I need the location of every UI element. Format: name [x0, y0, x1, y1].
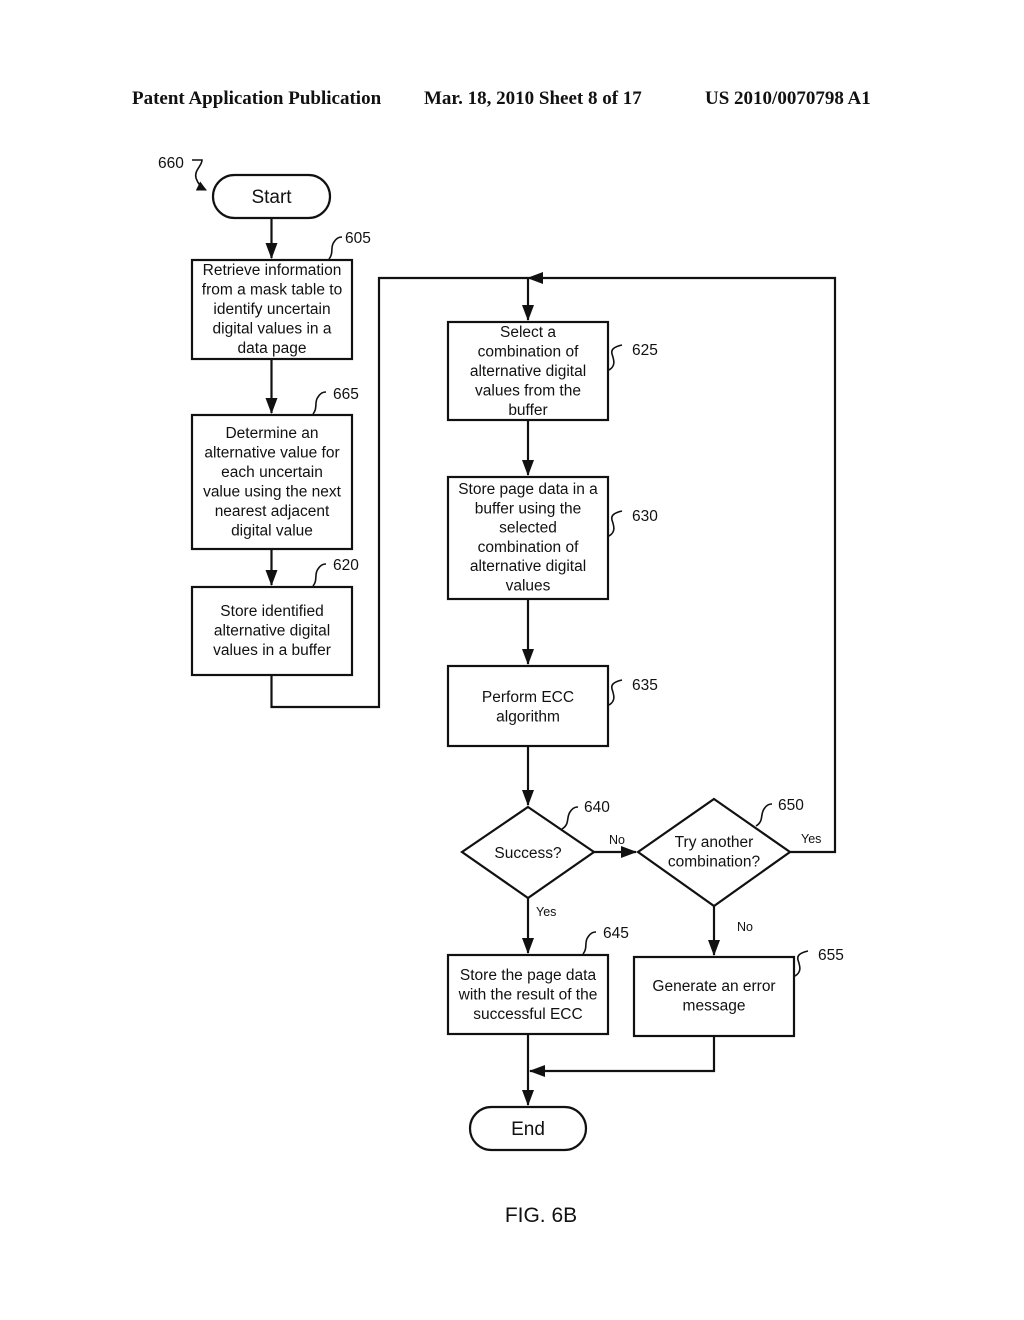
edge-655-end: [529, 1036, 716, 1077]
n630-text-line: buffer using the: [475, 500, 582, 517]
n655-text-line: Generate an error: [652, 978, 775, 995]
start-terminal: Start: [211, 173, 332, 220]
ref-620: 620: [333, 557, 359, 574]
process-630: Store page data in a buffer using the sele…: [446, 475, 610, 601]
n645-text-line: successful ECC: [473, 1006, 582, 1023]
n625-text-line: values from the: [475, 383, 581, 400]
flowchart: 660 Start Retrieve information from a mas…: [158, 155, 844, 1227]
ref-630: 630: [632, 508, 658, 525]
n665-text-line: value using the next: [203, 484, 342, 501]
ref-625: 625: [632, 342, 658, 359]
process-665: Determine an alternative value for each un…: [190, 413, 354, 551]
ref-650-leader: [755, 803, 773, 827]
n665-text-line: digital value: [231, 523, 313, 540]
n650-text-line: combination?: [668, 854, 761, 871]
ref-620-leader: [312, 563, 327, 587]
n630-text-line: values: [506, 578, 551, 595]
process-645: Store the page data with the result of th…: [446, 953, 610, 1036]
process-620: Store identified alternative digital value…: [190, 585, 354, 677]
process-605: Retrieve information from a mask table to…: [190, 258, 354, 361]
edge-label-no-650: No: [737, 920, 753, 934]
figure-label: FIG. 6B: [505, 1204, 577, 1227]
decision-640: Success?: [460, 805, 596, 900]
end-terminal: End: [468, 1105, 588, 1152]
n665-text-line: each uncertain: [221, 464, 323, 481]
n625-text-line: buffer: [508, 402, 547, 419]
ref-665-leader: [312, 391, 327, 415]
n630-text-line: Store page data in a: [458, 481, 598, 498]
ref-605: 605: [345, 230, 371, 247]
n620-text-line: values in a buffer: [213, 642, 331, 659]
ref-665: 665: [333, 386, 359, 403]
n605-text-line: identify uncertain: [213, 301, 330, 318]
n630-text-line: combination of: [478, 539, 580, 556]
n605-text-line: Retrieve information: [203, 262, 342, 279]
n630-text-line: alternative digital: [470, 558, 586, 575]
edge-label-no-640: No: [609, 833, 625, 847]
n665-text-line: nearest adjacent: [215, 503, 330, 520]
ref-645-leader: [582, 931, 597, 955]
n640-text-line: Success?: [494, 845, 562, 862]
ref-625-leader: [608, 344, 623, 371]
ref-640: 640: [584, 799, 610, 816]
n620-text-line: Store identified: [220, 603, 323, 620]
n645-text-line: Store the page data: [460, 967, 597, 984]
process-625: Select a combination of alternative digita…: [446, 320, 610, 422]
n625-text-line: Select a: [500, 324, 556, 341]
n665-text-line: Determine an: [225, 425, 318, 442]
n655-text-line: message: [683, 998, 746, 1015]
process-635: Perform ECC algorithm: [446, 664, 610, 748]
n625-text-line: alternative digital: [470, 363, 586, 380]
n605-text-line: data page: [238, 340, 307, 357]
decision-650: Try another combination?: [636, 797, 792, 908]
edge-label-yes-640: Yes: [536, 905, 556, 919]
ref-650: 650: [778, 797, 804, 814]
ref-635-leader: [608, 679, 623, 706]
n635-text-line: algorithm: [496, 709, 560, 726]
n620-text-line: alternative digital: [214, 623, 330, 640]
ref-655-leader: [794, 950, 809, 977]
edge-label-yes-650: Yes: [801, 832, 821, 846]
ref-660: 660: [158, 155, 184, 172]
ref-655: 655: [818, 947, 844, 964]
n625-text-line: combination of: [478, 344, 580, 361]
n665-text-line: alternative value for: [204, 445, 339, 462]
ref-640-leader: [561, 806, 579, 830]
n635-text-line: Perform ECC: [482, 689, 574, 706]
ref-630-leader: [608, 510, 623, 537]
n650-text-line: Try another: [675, 834, 754, 851]
ref-605-leader: [328, 236, 343, 260]
ref-645: 645: [603, 925, 629, 942]
ref-660-leader: [192, 159, 207, 191]
n645-text-line: with the result of the: [458, 987, 598, 1004]
n630-text-line: selected: [499, 520, 557, 537]
process-655: Generate an error message: [632, 955, 796, 1038]
start-label: Start: [251, 187, 292, 208]
ref-635: 635: [632, 677, 658, 694]
n605-text-line: digital values in a: [213, 321, 332, 338]
n605-text-line: from a mask table to: [202, 282, 342, 299]
end-label: End: [511, 1119, 545, 1140]
